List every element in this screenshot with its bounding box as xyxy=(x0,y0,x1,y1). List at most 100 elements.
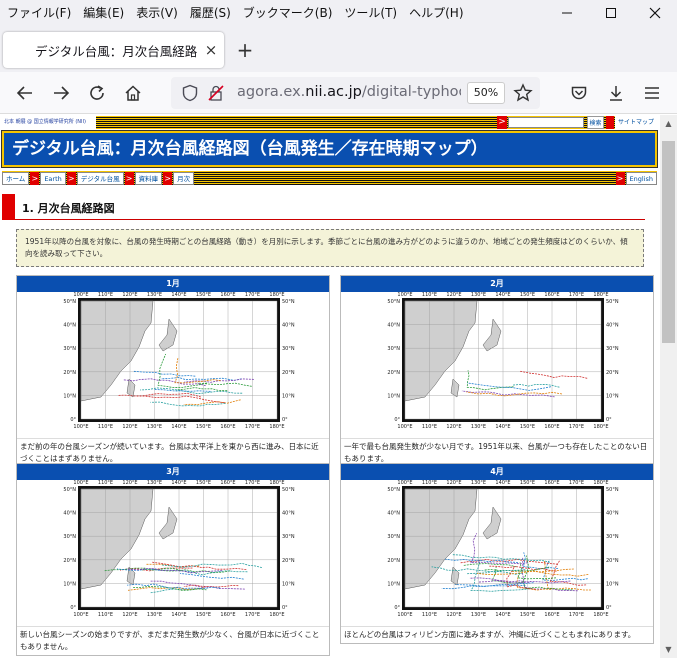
longitude-label: 170°E xyxy=(569,612,584,618)
breadcrumb-arrow-icon: > xyxy=(615,171,625,185)
address-bar[interactable]: agora.ex.nii.ac.jp/digital-typhoon/ref 5… xyxy=(171,77,540,109)
longitude-label: 180°E xyxy=(593,292,608,298)
month-header: 3月 xyxy=(17,464,329,480)
typhoon-track-map[interactable]: 100°E 100°E 110°E 110°E 120°E 120°E 130°E 130°E… xyxy=(341,292,653,438)
latitude-label: 40°N xyxy=(387,323,400,329)
maximize-icon[interactable] xyxy=(589,0,633,26)
longitude-label: 100°E xyxy=(397,480,412,486)
longitude-label: 120°E xyxy=(122,612,137,618)
new-tab-button[interactable]: + xyxy=(234,40,256,62)
longitude-label: 130°E xyxy=(147,612,162,618)
latitude-label: 50°N xyxy=(387,487,400,493)
site-search-input[interactable] xyxy=(508,117,584,128)
latitude-label: 20°N xyxy=(63,370,76,376)
longitude-label: 140°E xyxy=(495,292,510,298)
month-header: 2月 xyxy=(341,276,653,292)
scrollbar-thumb[interactable] xyxy=(662,141,675,343)
latitude-label: 0° xyxy=(282,417,288,423)
page-scrollbar[interactable]: ▲ ▼ xyxy=(660,115,677,658)
insecure-lock-icon[interactable] xyxy=(207,84,225,106)
latitude-label: 50°N xyxy=(282,487,295,493)
breadcrumb-home[interactable]: ホーム xyxy=(2,171,30,185)
longitude-label: 130°E xyxy=(147,292,162,298)
org-credit-link[interactable]: 北本 朝展 @ 国立情報学研究所 (NII) xyxy=(2,116,96,129)
menu-history[interactable]: 履歴(S) xyxy=(184,2,237,24)
longitude-label: 170°E xyxy=(245,480,260,486)
longitude-label: 120°E xyxy=(446,424,461,430)
tab-title: デジタル台風：月次台風経路図 xyxy=(35,43,198,59)
shield-icon[interactable] xyxy=(181,84,199,106)
scroll-down-icon[interactable]: ▼ xyxy=(660,641,677,658)
latitude-label: 40°N xyxy=(606,511,619,517)
longitude-label: 180°E xyxy=(269,480,284,486)
breadcrumb-earth[interactable]: Earth xyxy=(40,171,66,185)
english-link[interactable]: English xyxy=(625,171,657,185)
menu-bookmarks[interactable]: ブックマーク(B) xyxy=(237,2,339,24)
latitude-label: 50°N xyxy=(606,487,619,493)
forward-icon[interactable] xyxy=(49,81,73,105)
latitude-label: 30°N xyxy=(387,346,400,352)
menu-edit[interactable]: 編集(E) xyxy=(77,2,130,24)
url-text[interactable]: agora.ex.nii.ac.jp/digital-typhoon/ref xyxy=(237,84,461,100)
latitude-label: 40°N xyxy=(63,511,76,517)
menu-file[interactable]: ファイル(F) xyxy=(0,2,77,24)
home-icon[interactable] xyxy=(121,81,145,105)
latitude-label: 30°N xyxy=(282,346,295,352)
latitude-label: 20°N xyxy=(387,558,400,564)
latitude-label: 30°N xyxy=(63,534,76,540)
latitude-label: 0° xyxy=(70,417,76,423)
longitude-label: 110°E xyxy=(422,480,437,486)
downloads-icon[interactable] xyxy=(604,81,628,105)
close-window-icon[interactable] xyxy=(633,0,677,26)
site-search-button[interactable]: 検索 xyxy=(587,116,604,129)
breadcrumb-digital-typhoon[interactable]: デジタル台風 xyxy=(76,171,124,185)
latitude-label: 40°N xyxy=(282,511,295,517)
longitude-label: 160°E xyxy=(220,292,235,298)
breadcrumb-arrow-icon: > xyxy=(163,171,173,185)
reload-icon[interactable] xyxy=(85,81,109,105)
minimize-icon[interactable] xyxy=(545,0,589,26)
typhoon-track-map[interactable]: 100°E 100°E 110°E 110°E 120°E 120°E 130°E 130°E… xyxy=(17,480,329,626)
longitude-label: 170°E xyxy=(245,612,260,618)
longitude-label: 110°E xyxy=(98,292,113,298)
scroll-up-icon[interactable]: ▲ xyxy=(660,115,677,132)
month-caption: 新しい台風シーズンの始まりですが、まだまだ発生数が少なく、台風が日本に近づくこと… xyxy=(17,626,329,655)
back-icon[interactable] xyxy=(13,81,37,105)
typhoon-track-map[interactable]: 100°E 100°E 110°E 110°E 120°E 120°E 130°E 130°E… xyxy=(17,292,329,438)
strip-arrow-icon: > xyxy=(497,116,507,129)
zoom-level-button[interactable]: 50% xyxy=(467,82,505,104)
navigation-toolbar: agora.ex.nii.ac.jp/digital-typhoon/ref 5… xyxy=(0,72,677,114)
section-rule xyxy=(15,219,645,220)
latitude-label: 30°N xyxy=(606,346,619,352)
bookmark-star-icon[interactable] xyxy=(513,83,533,107)
latitude-label: 40°N xyxy=(606,323,619,329)
menu-help[interactable]: ヘルプ(H) xyxy=(403,2,469,24)
longitude-label: 170°E xyxy=(569,292,584,298)
typhoon-track-map[interactable]: 100°E 100°E 110°E 110°E 120°E 120°E 130°E 130°E… xyxy=(341,480,653,626)
longitude-label: 130°E xyxy=(471,612,486,618)
latitude-label: 10°N xyxy=(387,581,400,587)
tab-close-icon[interactable]: × xyxy=(198,41,224,59)
menu-view[interactable]: 表示(V) xyxy=(130,2,184,24)
tab-strip: デジタル台風：月次台風経路図 × + xyxy=(0,26,677,72)
latitude-label: 20°N xyxy=(282,370,295,376)
breadcrumb-arrow-icon: > xyxy=(124,171,134,185)
longitude-label: 110°E xyxy=(422,424,437,430)
pocket-icon[interactable] xyxy=(567,81,591,105)
longitude-label: 160°E xyxy=(544,424,559,430)
latitude-label: 0° xyxy=(394,605,400,611)
longitude-label: 120°E xyxy=(446,292,461,298)
latitude-label: 0° xyxy=(606,417,612,423)
longitude-label: 150°E xyxy=(520,612,535,618)
longitude-label: 150°E xyxy=(520,424,535,430)
latitude-label: 40°N xyxy=(63,323,76,329)
longitude-label: 170°E xyxy=(569,480,584,486)
sitemap-link[interactable]: サイトマップ xyxy=(615,116,657,129)
app-menu-icon[interactable] xyxy=(640,81,664,105)
breadcrumb-monthly[interactable]: 月次 xyxy=(173,171,195,185)
latitude-label: 30°N xyxy=(282,534,295,540)
breadcrumb-archive[interactable]: 資料庫 xyxy=(134,171,163,185)
tab-active[interactable]: デジタル台風：月次台風経路図 × xyxy=(3,32,224,68)
latitude-label: 50°N xyxy=(606,299,619,305)
menu-tools[interactable]: ツール(T) xyxy=(338,2,403,24)
